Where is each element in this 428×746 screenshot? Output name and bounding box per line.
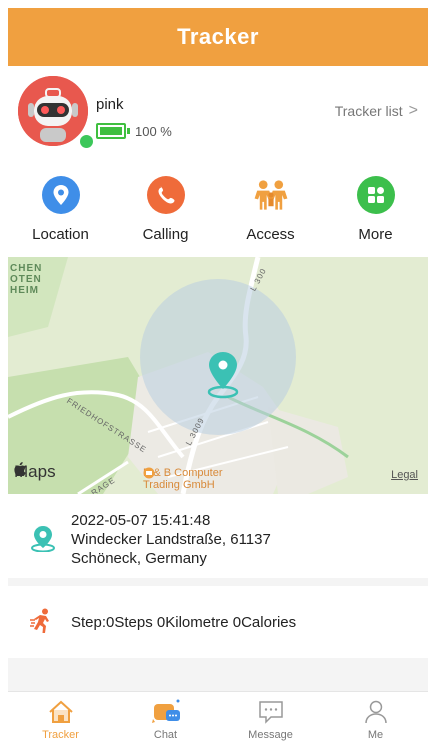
menu-label-calling: Calling	[142, 226, 189, 243]
tab-label-message: Message	[248, 729, 293, 741]
tab-chat[interactable]: Chat	[113, 692, 218, 746]
battery-percent: 100 %	[135, 124, 172, 139]
online-status-dot	[78, 133, 95, 150]
chat-icon	[148, 698, 184, 726]
menu-item-location[interactable]: Location	[8, 161, 113, 257]
message-icon	[257, 698, 285, 726]
tab-label-tracker: Tracker	[42, 729, 79, 741]
apple-maps-logo: Maps	[14, 462, 56, 482]
activity-summary[interactable]: Step:0Steps 0Kilometre 0Calories	[8, 586, 428, 658]
running-icon	[30, 608, 54, 639]
tab-me[interactable]: Me	[323, 692, 428, 746]
location-datetime: 2022-05-07 15:41:48	[71, 512, 211, 529]
tab-label-chat: Chat	[153, 729, 178, 741]
map-canvas	[8, 257, 428, 494]
battery-level	[100, 127, 122, 135]
page-title: Tracker	[177, 24, 259, 49]
chevron-right-icon: >	[408, 102, 418, 119]
menu-item-more[interactable]: More	[323, 161, 428, 257]
map-place-label: CHEN OTEN HEIM	[10, 263, 42, 296]
tab-label-me: Me	[367, 729, 384, 741]
menu-label-more: More	[358, 226, 393, 243]
location-info[interactable]: 2022-05-07 15:41:48 Windecker Landstraße…	[8, 494, 428, 578]
map-view[interactable]: CHEN OTEN HEIM L 300 FRIEDHOFSTRASSE L 3…	[8, 257, 428, 494]
menu-label-access: Access	[246, 226, 295, 243]
avatar[interactable]	[18, 76, 95, 150]
tracker-list-label: Tracker list	[334, 103, 403, 119]
menu-label-location: Location	[32, 226, 89, 243]
tracker-name: pink	[96, 96, 124, 113]
family-icon	[252, 176, 290, 214]
address-text: 2022-05-07 15:41:48 Windecker Landstraße…	[71, 511, 271, 568]
location-city: Schöneck, Germany	[71, 550, 207, 567]
battery-icon	[96, 123, 126, 139]
tracker-list-link[interactable]: Tracker list >	[335, 102, 418, 120]
grid-icon	[356, 176, 395, 214]
tab-message[interactable]: Message	[218, 692, 323, 746]
battery-tip	[127, 128, 130, 134]
app-header: Tracker	[8, 8, 428, 66]
tab-bar: Tracker Chat Message Me	[8, 691, 428, 746]
location-icon	[41, 176, 80, 214]
tracker-profile[interactable]: pink 100 % Tracker list >	[8, 66, 428, 161]
home-icon	[47, 698, 75, 726]
phone-icon	[146, 176, 185, 214]
location-pin-icon	[30, 524, 56, 557]
activity-text: Step:0Steps 0Kilometre 0Calories	[71, 614, 297, 631]
legal-link[interactable]: Legal	[391, 469, 418, 481]
app-frame: Tracker pink 100 % Tracker list > Locati…	[8, 8, 428, 746]
map-poi[interactable]: B & B Computer Trading GmbH	[143, 467, 222, 491]
poi-pin-icon	[143, 467, 155, 479]
location-street: Windecker Landstraße, 61137	[71, 531, 271, 548]
menu-item-calling[interactable]: Calling	[113, 161, 218, 257]
feature-menu: Location Calling Access More	[8, 161, 428, 257]
map-place-text: CHEN OTEN HEIM	[10, 263, 43, 296]
apple-icon	[14, 462, 26, 476]
tab-tracker[interactable]: Tracker	[8, 692, 113, 746]
robot-avatar-icon	[18, 76, 88, 146]
person-icon	[363, 698, 389, 726]
menu-item-access[interactable]: Access	[218, 161, 323, 257]
